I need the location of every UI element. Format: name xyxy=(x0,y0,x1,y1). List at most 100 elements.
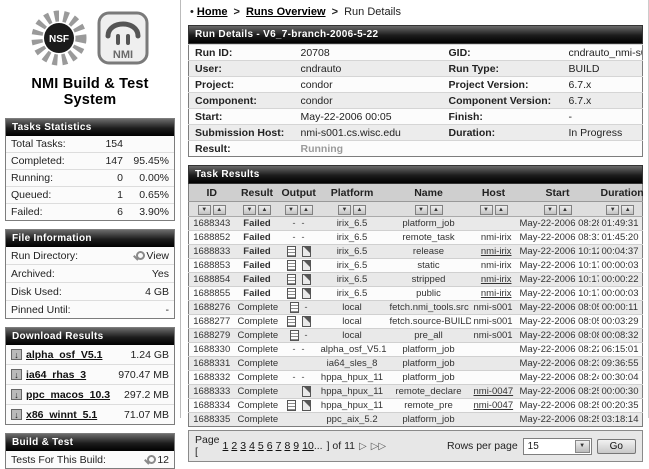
output-run-icon[interactable] xyxy=(302,232,305,243)
output-run-icon[interactable] xyxy=(302,218,305,229)
task-platform: ia64_sles_8 xyxy=(318,357,387,371)
column-header[interactable]: Host xyxy=(471,184,517,202)
output-log-icon[interactable] xyxy=(287,386,296,397)
output-run-icon[interactable] xyxy=(302,414,311,425)
output-run-icon[interactable] xyxy=(302,400,311,411)
host-link[interactable]: nmi-s001 xyxy=(474,316,513,327)
output-log-icon[interactable] xyxy=(293,218,296,229)
host-link[interactable]: nmi-s001 xyxy=(474,330,513,341)
output-log-icon[interactable] xyxy=(287,274,296,285)
output-log-icon[interactable] xyxy=(287,414,296,425)
output-log-icon[interactable] xyxy=(293,372,296,383)
output-run-icon[interactable] xyxy=(305,302,308,313)
file-info-value[interactable]: Yes xyxy=(150,268,169,280)
sort-asc-button[interactable]: ▲ xyxy=(300,205,313,215)
file-info-value-text: Yes xyxy=(152,268,169,280)
output-log-icon[interactable] xyxy=(287,358,296,369)
host-link[interactable]: nmi-0047 xyxy=(474,400,514,411)
breadcrumb-runs-overview-link[interactable]: Runs Overview xyxy=(246,6,325,18)
task-id: 1688854 xyxy=(189,273,235,287)
output-run-icon[interactable] xyxy=(302,274,311,285)
file-info-value[interactable]: View xyxy=(132,250,169,262)
sort-asc-button[interactable]: ▲ xyxy=(258,205,271,215)
host-link[interactable]: nmi-irix xyxy=(481,288,512,299)
sort-desc-button[interactable]: ▼ xyxy=(338,205,351,215)
page-number-link[interactable]: 2 xyxy=(231,440,237,452)
sort-desc-button[interactable]: ▼ xyxy=(544,205,557,215)
sort-asc-button[interactable]: ▲ xyxy=(353,205,366,215)
page-number-link[interactable]: 8 xyxy=(284,440,290,452)
sort-asc-button[interactable]: ▲ xyxy=(213,205,226,215)
page-number-link[interactable]: 1 xyxy=(223,440,229,452)
sort-desc-button[interactable]: ▼ xyxy=(198,205,211,215)
host-link[interactable]: nmi-0047 xyxy=(474,386,514,397)
page-number-link[interactable]: 10 xyxy=(302,440,314,452)
sort-desc-button[interactable]: ▼ xyxy=(243,205,256,215)
file-info-value[interactable]: 4 GB xyxy=(143,286,169,298)
page-number-link[interactable]: 7 xyxy=(276,440,282,452)
output-log-icon[interactable] xyxy=(287,288,296,299)
breadcrumb-home-link[interactable]: Home xyxy=(197,6,228,18)
host-link[interactable]: nmi-irix xyxy=(481,232,512,243)
download-link[interactable]: ia64_rhas_3 xyxy=(26,369,114,381)
file-info-value[interactable]: - xyxy=(164,304,170,316)
download-link[interactable]: ppc_macos_10.3 xyxy=(26,389,120,401)
sort-asc-button[interactable]: ▲ xyxy=(430,205,443,215)
tests-for-build-link[interactable]: 12 xyxy=(143,454,169,466)
go-button[interactable]: Go xyxy=(597,439,636,454)
column-header[interactable]: Result xyxy=(235,184,280,202)
download-icon[interactable]: ↓ xyxy=(11,409,22,420)
output-log-icon[interactable] xyxy=(287,246,296,257)
tests-for-build-row: Tests For This Build: 12 xyxy=(6,451,174,468)
page-number-link[interactable]: 9 xyxy=(293,440,299,452)
output-log-icon[interactable] xyxy=(290,330,299,341)
download-icon[interactable]: ↓ xyxy=(11,389,22,400)
sort-desc-button[interactable]: ▼ xyxy=(415,205,428,215)
download-icon[interactable]: ↓ xyxy=(11,369,22,380)
column-header[interactable]: Platform xyxy=(318,184,387,202)
output-run-icon[interactable] xyxy=(302,246,311,257)
page-number-link[interactable]: 6 xyxy=(267,440,273,452)
page-number-link[interactable]: 4 xyxy=(249,440,255,452)
output-run-icon[interactable] xyxy=(302,288,311,299)
page-number-link[interactable]: 3 xyxy=(240,440,246,452)
output-log-icon[interactable] xyxy=(287,316,296,327)
sort-desc-button[interactable]: ▼ xyxy=(285,205,298,215)
output-log-icon[interactable] xyxy=(290,302,299,313)
output-log-icon[interactable] xyxy=(293,232,296,243)
download-link[interactable]: alpha_osf_V5.1 xyxy=(26,349,126,361)
download-link[interactable]: x86_winnt_5.1 xyxy=(26,409,120,421)
output-log-icon[interactable] xyxy=(293,344,296,355)
download-icon[interactable]: ↓ xyxy=(11,349,22,360)
host-link[interactable]: nmi-irix xyxy=(481,260,512,271)
output-run-icon[interactable] xyxy=(302,372,305,383)
column-header[interactable]: Start xyxy=(517,184,599,202)
output-log-icon[interactable] xyxy=(287,260,296,271)
host-link[interactable]: nmi-irix xyxy=(481,246,512,257)
output-run-icon[interactable] xyxy=(302,316,311,327)
column-header[interactable]: Duration xyxy=(599,184,643,202)
output-run-icon[interactable] xyxy=(302,260,311,271)
sort-asc-button[interactable]: ▲ xyxy=(621,205,634,215)
column-header[interactable]: ID xyxy=(189,184,235,202)
column-header[interactable]: Output xyxy=(280,184,318,202)
output-log-icon[interactable] xyxy=(287,400,296,411)
task-results-header: Task Results xyxy=(188,165,643,184)
output-run-icon[interactable] xyxy=(302,386,311,397)
sort-desc-button[interactable]: ▼ xyxy=(606,205,619,215)
output-run-icon[interactable] xyxy=(305,330,308,341)
column-header[interactable]: Name xyxy=(387,184,471,202)
host-link[interactable]: nmi-irix xyxy=(481,274,512,285)
page-number-link[interactable]: 5 xyxy=(258,440,264,452)
task-id: 1688343 xyxy=(189,217,235,231)
next-page-icon[interactable]: ▷ xyxy=(359,441,367,452)
last-page-icon[interactable]: ▷▷ xyxy=(371,441,386,452)
rows-per-page-select[interactable]: 15 ▼ xyxy=(523,438,592,455)
sort-desc-button[interactable]: ▼ xyxy=(480,205,493,215)
sort-asc-button[interactable]: ▲ xyxy=(495,205,508,215)
rows-per-page: Rows per page 15 ▼ Go xyxy=(447,438,636,455)
output-run-icon[interactable] xyxy=(302,344,305,355)
output-run-icon[interactable] xyxy=(302,358,311,369)
sort-asc-button[interactable]: ▲ xyxy=(559,205,572,215)
host-link[interactable]: nmi-s001 xyxy=(474,302,513,313)
